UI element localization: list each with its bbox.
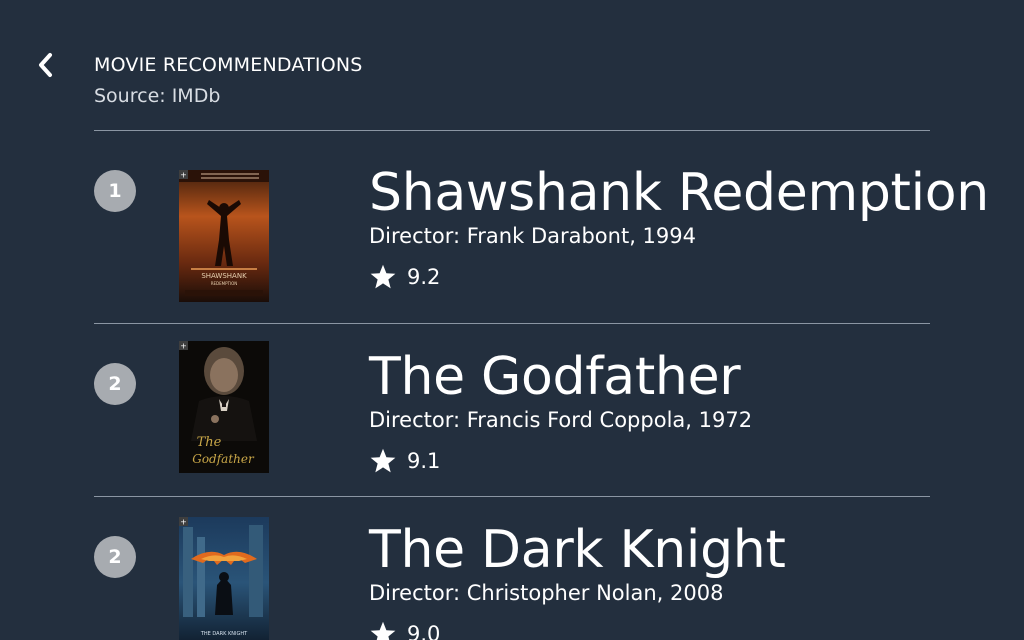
movie-rating: 9.0 <box>369 620 786 640</box>
movie-director: Director: Christopher Nolan, 2008 <box>369 581 724 605</box>
movie-recommendations-screen: MOVIE RECOMMENDATIONS Source: IMDb 1 SHA… <box>0 0 1024 640</box>
movie-title: The Dark Knight <box>369 520 786 580</box>
dark-knight-poster-image: THE DARK KNIGHT + <box>179 517 269 640</box>
chevron-left-icon <box>39 53 52 77</box>
svg-text:THE DARK KNIGHT: THE DARK KNIGHT <box>200 631 248 637</box>
godfather-poster-image: The Godfather + <box>179 341 269 473</box>
movie-info: The Godfather Director: Francis Ford Cop… <box>369 347 752 475</box>
svg-text:Godfather: Godfather <box>192 452 255 466</box>
svg-text:REDEMPTION: REDEMPTION <box>211 281 238 286</box>
rank-badge: 2 <box>94 363 136 405</box>
header: MOVIE RECOMMENDATIONS Source: IMDb <box>94 52 363 108</box>
rank-badge: 1 <box>94 170 136 212</box>
rank-badge: 2 <box>94 536 136 578</box>
star-icon <box>370 621 396 640</box>
movie-info: Shawshank Redemption Director: Frank Dar… <box>369 163 989 291</box>
list-item[interactable]: 2 The Godfather + The Godfather Director… <box>0 324 1024 496</box>
star-icon <box>370 264 396 289</box>
movie-director: Director: Francis Ford Coppola, 1972 <box>369 408 753 432</box>
movie-info: The Dark Knight Director: Christopher No… <box>369 520 786 640</box>
movie-rating: 9.1 <box>369 447 752 475</box>
movie-poster[interactable]: The Godfather + <box>179 341 269 473</box>
movie-title: Shawshank Redemption <box>369 163 989 223</box>
list-item[interactable]: 1 SHAWSHANK REDEMPTION + Shawshank Redem… <box>0 131 1024 303</box>
back-button[interactable] <box>30 48 60 82</box>
star-icon <box>370 448 396 473</box>
source-label: Source: IMDb <box>94 85 221 107</box>
shawshank-poster-image: SHAWSHANK REDEMPTION + <box>179 170 269 302</box>
movie-title: The Godfather <box>369 347 741 407</box>
svg-text:The: The <box>197 435 222 450</box>
list-item[interactable]: 2 THE DARK KNIGHT + The Dark Knight Dire… <box>0 497 1024 640</box>
rating-value: 9.1 <box>407 449 441 473</box>
page-title: MOVIE RECOMMENDATIONS <box>94 54 363 76</box>
movie-poster[interactable]: SHAWSHANK REDEMPTION + <box>179 170 269 302</box>
svg-text:+: + <box>180 171 187 180</box>
svg-text:+: + <box>180 518 187 527</box>
svg-text:SHAWSHANK: SHAWSHANK <box>201 272 247 280</box>
movie-rating: 9.2 <box>369 263 989 291</box>
rating-value: 9.0 <box>407 622 441 640</box>
rating-value: 9.2 <box>407 265 441 289</box>
movie-poster[interactable]: THE DARK KNIGHT + <box>179 517 269 640</box>
movie-director: Director: Frank Darabont, 1994 <box>369 224 696 248</box>
svg-text:+: + <box>180 342 187 351</box>
